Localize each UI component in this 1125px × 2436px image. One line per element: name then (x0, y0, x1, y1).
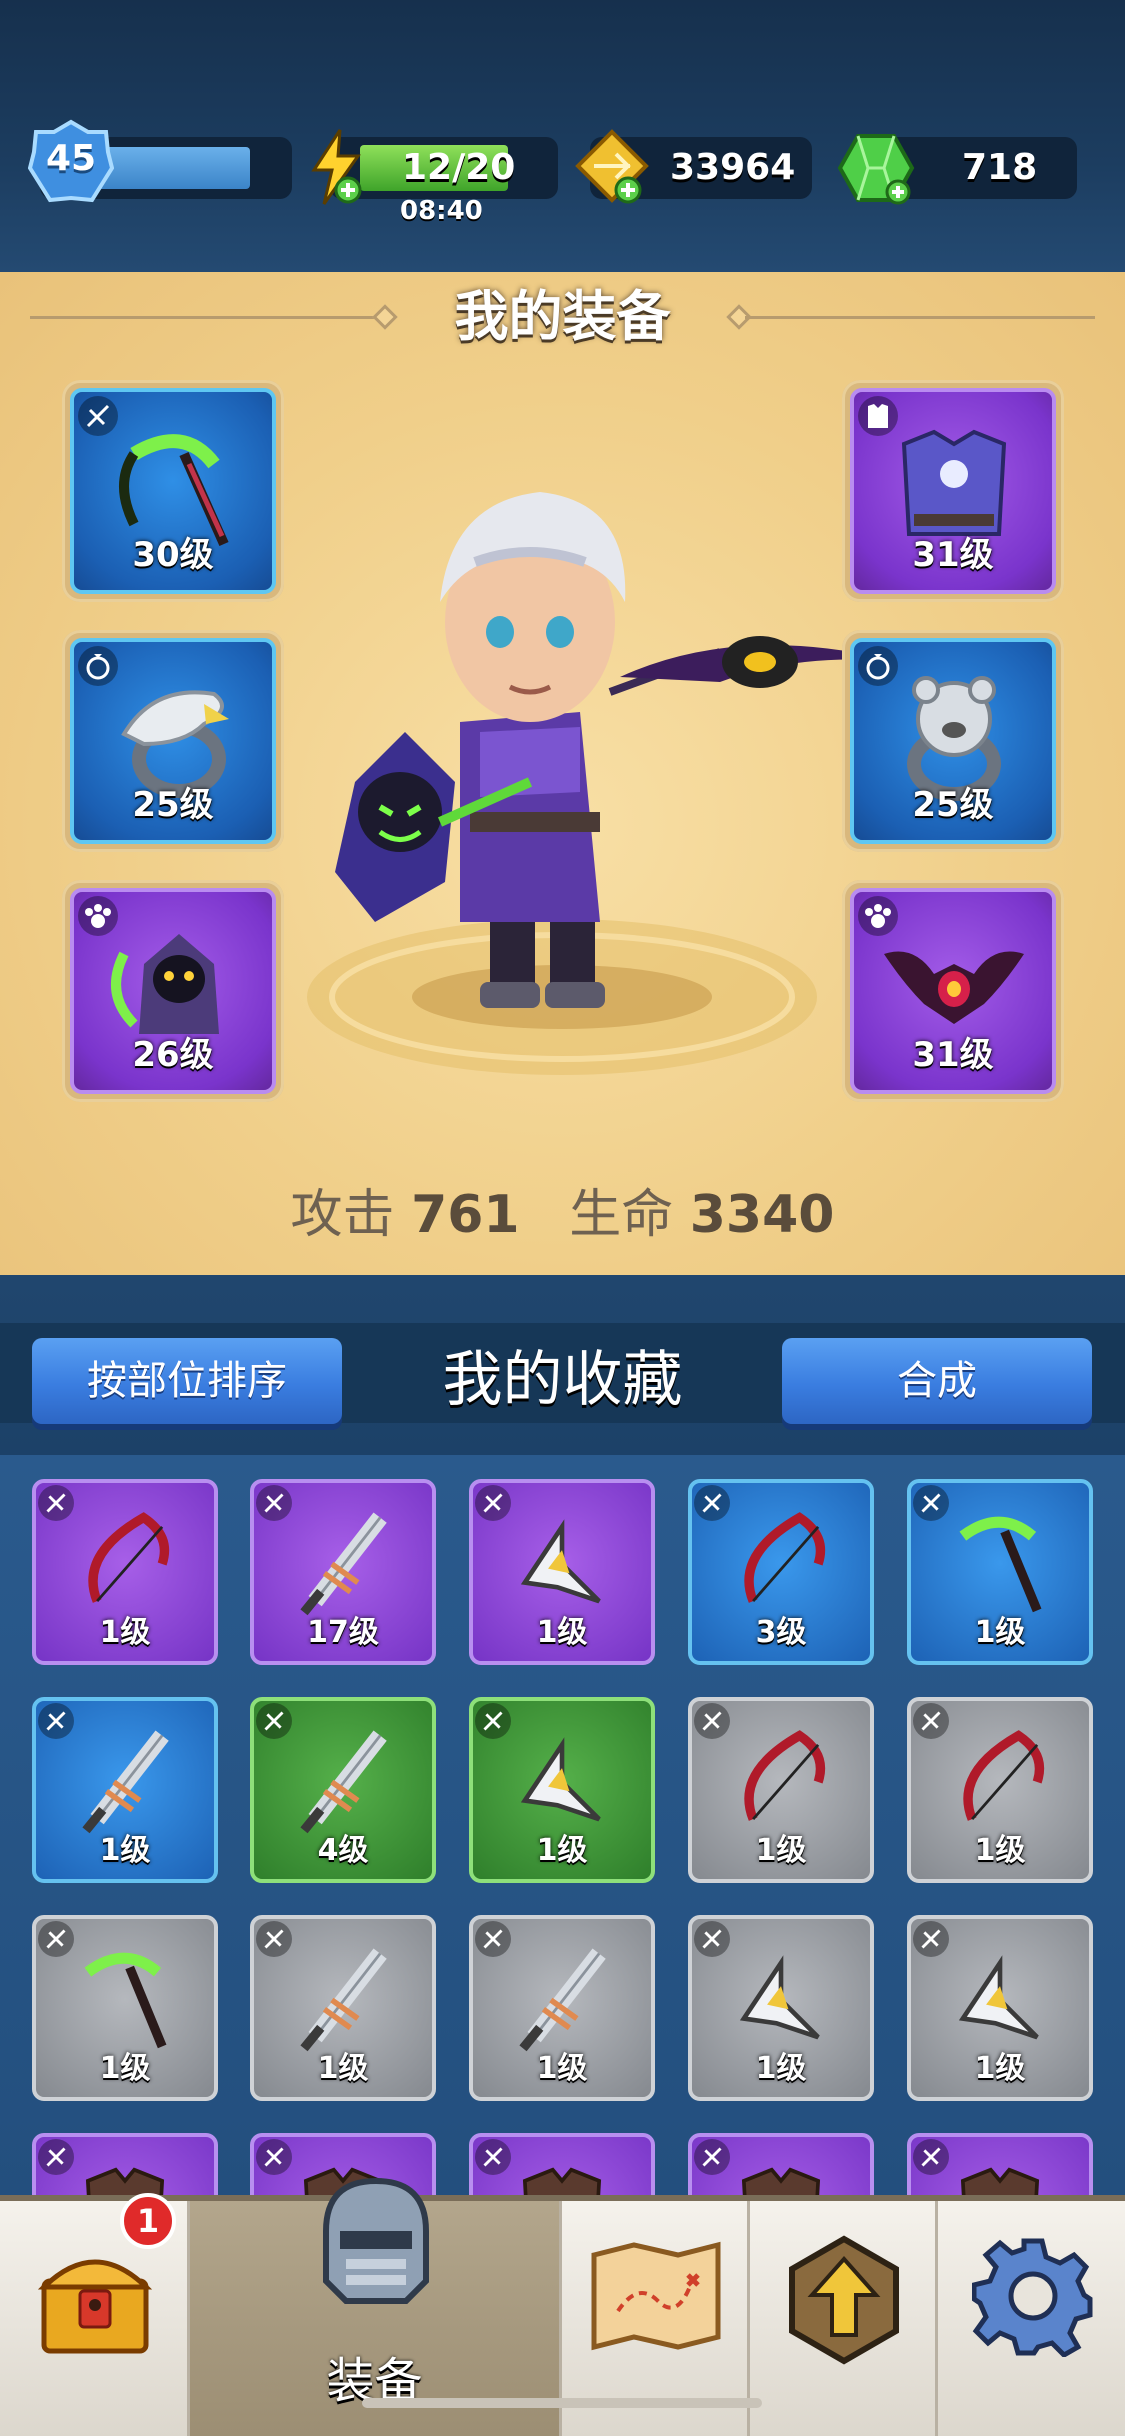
collection-title: 我的收藏 (442, 1345, 683, 1415)
collection-item[interactable] (469, 2133, 655, 2195)
collection-item[interactable]: 3级 (688, 1479, 874, 1665)
slot-level: 25级 (912, 785, 994, 825)
collection-item[interactable]: 1级 (469, 1479, 655, 1665)
slot-level: 25级 (132, 785, 214, 825)
armor-icon (741, 2167, 821, 2195)
gem-icon[interactable] (836, 130, 918, 208)
collection-item[interactable]: 1级 (469, 1915, 655, 2101)
hero-stats: 攻击 761 生命 3340 (0, 1172, 1125, 1247)
resource-bar: 45 12/20 08:40 33964 718 (0, 0, 1125, 272)
item-level: 1级 (99, 1833, 151, 1868)
sort-by-slot-button[interactable]: 按部位排序 (32, 1338, 342, 1424)
equip-slot-pet-1[interactable]: 26级 (62, 880, 284, 1102)
collection-header: 按部位排序 我的收藏 合成 (0, 1275, 1125, 1455)
item-level: 1级 (974, 1833, 1026, 1868)
item-level: 1级 (974, 1615, 1026, 1650)
armor-icon (85, 2167, 165, 2195)
collection-item[interactable]: 1级 (250, 1915, 436, 2101)
collection-item[interactable] (907, 2133, 1093, 2195)
gold-value: 33964 (670, 147, 796, 188)
item-level: 1级 (536, 1615, 588, 1650)
collection-item[interactable]: 1级 (907, 1479, 1093, 1665)
item-level: 1级 (317, 2051, 369, 2086)
equip-slot-ring-2[interactable]: 25级 (842, 630, 1064, 852)
collection-item[interactable]: 1级 (32, 1697, 218, 1883)
attack-label: 攻击 (290, 1185, 395, 1245)
collection-item[interactable]: 1级 (32, 1915, 218, 2101)
player-level: 45 (45, 138, 97, 179)
map-icon (591, 2241, 721, 2351)
collection-grid: 1级 17级 1级 3级 1级 1级 4级 1级 1级 1级 1级 1级 1级 1级 1级 (0, 1455, 1125, 2195)
collection-item[interactable]: 1级 (907, 1915, 1093, 2101)
nav-chest[interactable]: 1 (0, 2193, 190, 2436)
armor-icon (522, 2167, 602, 2195)
equip-slot-weapon[interactable]: 30级 (62, 380, 284, 602)
item-level: 1级 (755, 2051, 807, 2086)
helmet-icon (323, 2177, 429, 2304)
lightning-icon[interactable] (306, 128, 366, 208)
collection-item[interactable]: 1级 (688, 1697, 874, 1883)
hp-label: 生命 (569, 1185, 674, 1245)
collection-item[interactable] (688, 2133, 874, 2195)
slot-level: 31级 (912, 535, 994, 575)
item-level: 4级 (317, 1833, 369, 1868)
item-level: 1级 (755, 1833, 807, 1868)
equip-slot-armor[interactable]: 31级 (842, 380, 1064, 602)
item-level: 1级 (536, 1833, 588, 1868)
equip-slot-ring-1[interactable]: 25级 (62, 630, 284, 852)
collection-item[interactable]: 1级 (469, 1697, 655, 1883)
item-level: 17级 (307, 1615, 379, 1650)
energy-value: 12/20 (402, 147, 516, 188)
item-level: 1级 (536, 2051, 588, 2086)
collection-item[interactable]: 17级 (250, 1479, 436, 1665)
armor-icon (960, 2167, 1040, 2195)
collection-item[interactable]: 1级 (688, 1915, 874, 2101)
merge-button[interactable]: 合成 (782, 1338, 1092, 1424)
equip-slot-pet-2[interactable]: 31级 (842, 880, 1064, 1102)
hero-character (335, 492, 900, 1008)
item-level: 3级 (755, 1615, 807, 1650)
gem-value: 718 (962, 147, 1038, 188)
gold-icon[interactable] (572, 128, 652, 208)
treasure-chest-icon (37, 2259, 153, 2354)
gear-icon (972, 2238, 1093, 2357)
slot-level: 30级 (132, 535, 214, 575)
item-level: 1级 (99, 2051, 151, 2086)
collection-item[interactable]: 4级 (250, 1697, 436, 1883)
item-level: 1级 (974, 2051, 1026, 2086)
nav-upgrade[interactable] (750, 2201, 938, 2436)
slot-level: 26级 (132, 1035, 214, 1075)
chest-notification-badge: 1 (120, 2193, 176, 2249)
energy-timer: 08:40 (400, 196, 483, 226)
nav-settings[interactable] (938, 2201, 1125, 2436)
collection-item[interactable]: 1级 (32, 1479, 218, 1665)
hp-value: 3340 (689, 1185, 835, 1245)
equipment-title: 我的装备 (454, 285, 671, 348)
home-indicator[interactable] (362, 2398, 762, 2408)
collection-item[interactable]: 1级 (907, 1697, 1093, 1883)
item-level: 1级 (99, 1615, 151, 1650)
slot-level: 31级 (912, 1035, 994, 1075)
attack-value: 761 (411, 1185, 520, 1245)
upgrade-arrow-icon (789, 2235, 899, 2365)
collection-item[interactable] (32, 2133, 218, 2195)
equipment-panel: 我的装备 30级 25级 26级 31级 25级 31级 攻击 761 生命 3… (0, 272, 1125, 1275)
